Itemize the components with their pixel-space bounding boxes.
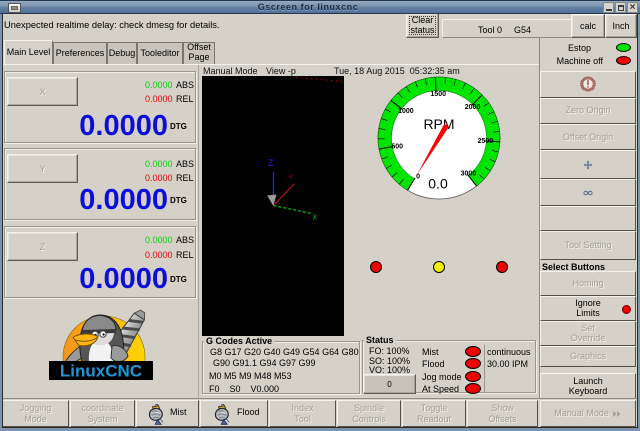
svg-text:1500: 1500 [431,91,447,98]
svg-text:2000: 2000 [465,104,481,111]
svg-text:Z: Z [268,158,274,168]
svg-text:0.0: 0.0 [428,176,448,192]
svg-text:1000: 1000 [398,108,414,115]
svg-text:3000: 3000 [461,171,477,178]
svg-text:RPM: RPM [423,116,454,132]
svg-text:x: x [313,212,318,222]
svg-text:500: 500 [391,144,403,151]
svg-text:0: 0 [416,174,420,181]
svg-text:LinuxCNC: LinuxCNC [60,362,142,381]
svg-text:Y: Y [289,175,293,181]
svg-text:2500: 2500 [478,138,494,145]
